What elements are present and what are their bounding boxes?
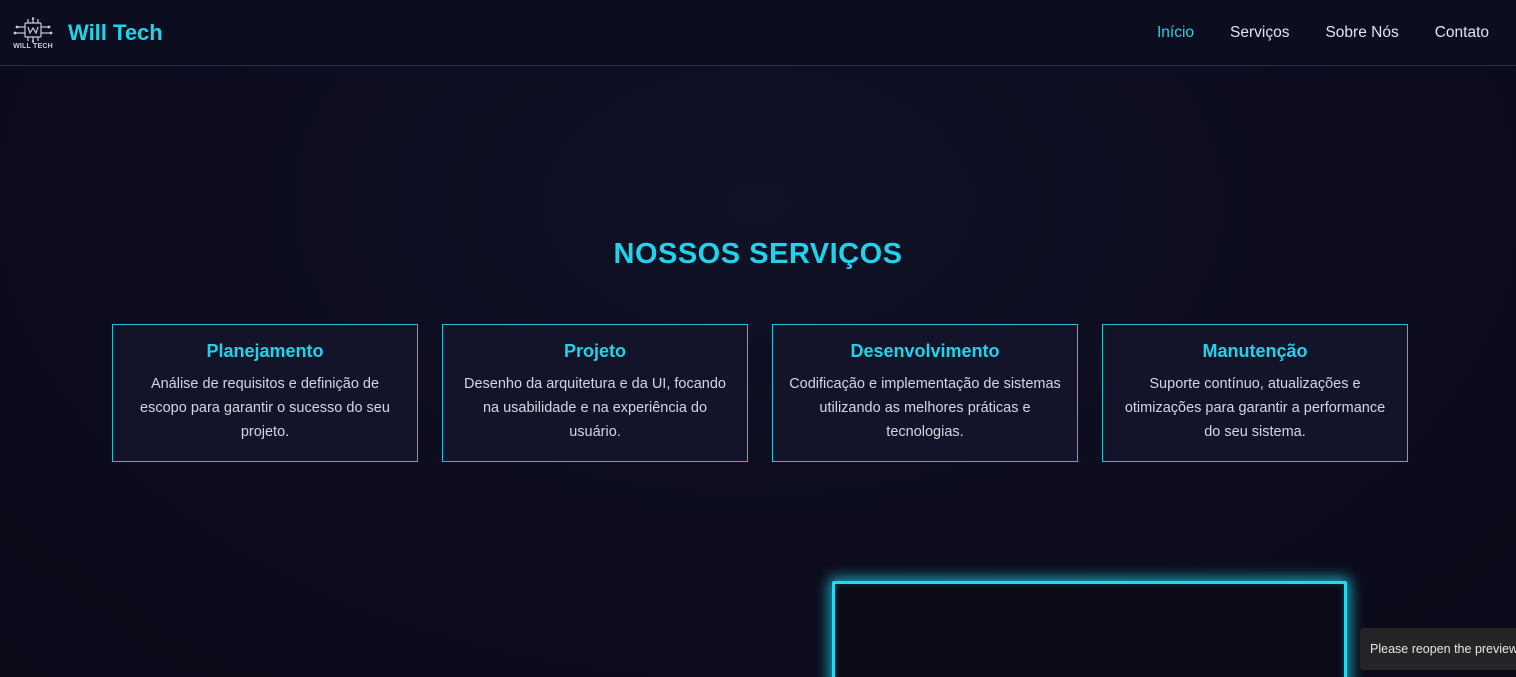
- service-card-title: Planejamento: [206, 341, 324, 361]
- service-card-title: Projeto: [563, 341, 626, 361]
- services-title: NOSSOS SERVIÇOS: [613, 238, 903, 270]
- brand[interactable]: WILL TECH Will Tech: [12, 16, 163, 50]
- main-nav: Início Serviços Sobre Nós Contato: [1157, 24, 1489, 42]
- page: WILL TECH Will Tech Início Serviços Sobr…: [0, 0, 1516, 677]
- logo: WILL TECH: [12, 16, 54, 50]
- service-card-title: Manutenção: [1202, 341, 1308, 361]
- brand-name[interactable]: Will Tech: [68, 20, 163, 46]
- preview-toast: Please reopen the preview.: [1360, 628, 1516, 670]
- service-card-projeto: Projeto Desenho da arquitetura e da UI, …: [442, 324, 748, 462]
- nav-link-inicio[interactable]: Início: [1157, 24, 1194, 42]
- services-cards: Planejamento Análise de requisitos e def…: [112, 324, 1408, 462]
- nav-link-contato[interactable]: Contato: [1435, 24, 1489, 42]
- service-card-description: Desenho da arquitetura e da UI, focando …: [464, 376, 726, 440]
- service-card-title: Desenvolvimento: [850, 341, 1000, 361]
- service-card-manutencao: Manutenção Suporte contínuo, atualizaçõe…: [1102, 324, 1408, 462]
- service-card-description: Codificação e implementação de sistemas …: [789, 376, 1061, 440]
- logo-text: WILL TECH: [13, 42, 53, 50]
- circuit-logo-icon: [13, 16, 53, 43]
- service-card-description: Suporte contínuo, atualizações e otimiza…: [1124, 376, 1386, 440]
- service-card-desenvolvimento: Desenvolvimento Codificação e implementa…: [772, 324, 1078, 462]
- nav-link-servicos[interactable]: Serviços: [1230, 24, 1289, 42]
- glowing-frame: [832, 581, 1347, 677]
- service-card-description: Análise de requisitos e definição de esc…: [140, 376, 390, 440]
- nav-link-sobre-nos[interactable]: Sobre Nós: [1325, 24, 1398, 42]
- service-card-planejamento: Planejamento Análise de requisitos e def…: [112, 324, 418, 462]
- site-header: WILL TECH Will Tech Início Serviços Sobr…: [0, 0, 1516, 66]
